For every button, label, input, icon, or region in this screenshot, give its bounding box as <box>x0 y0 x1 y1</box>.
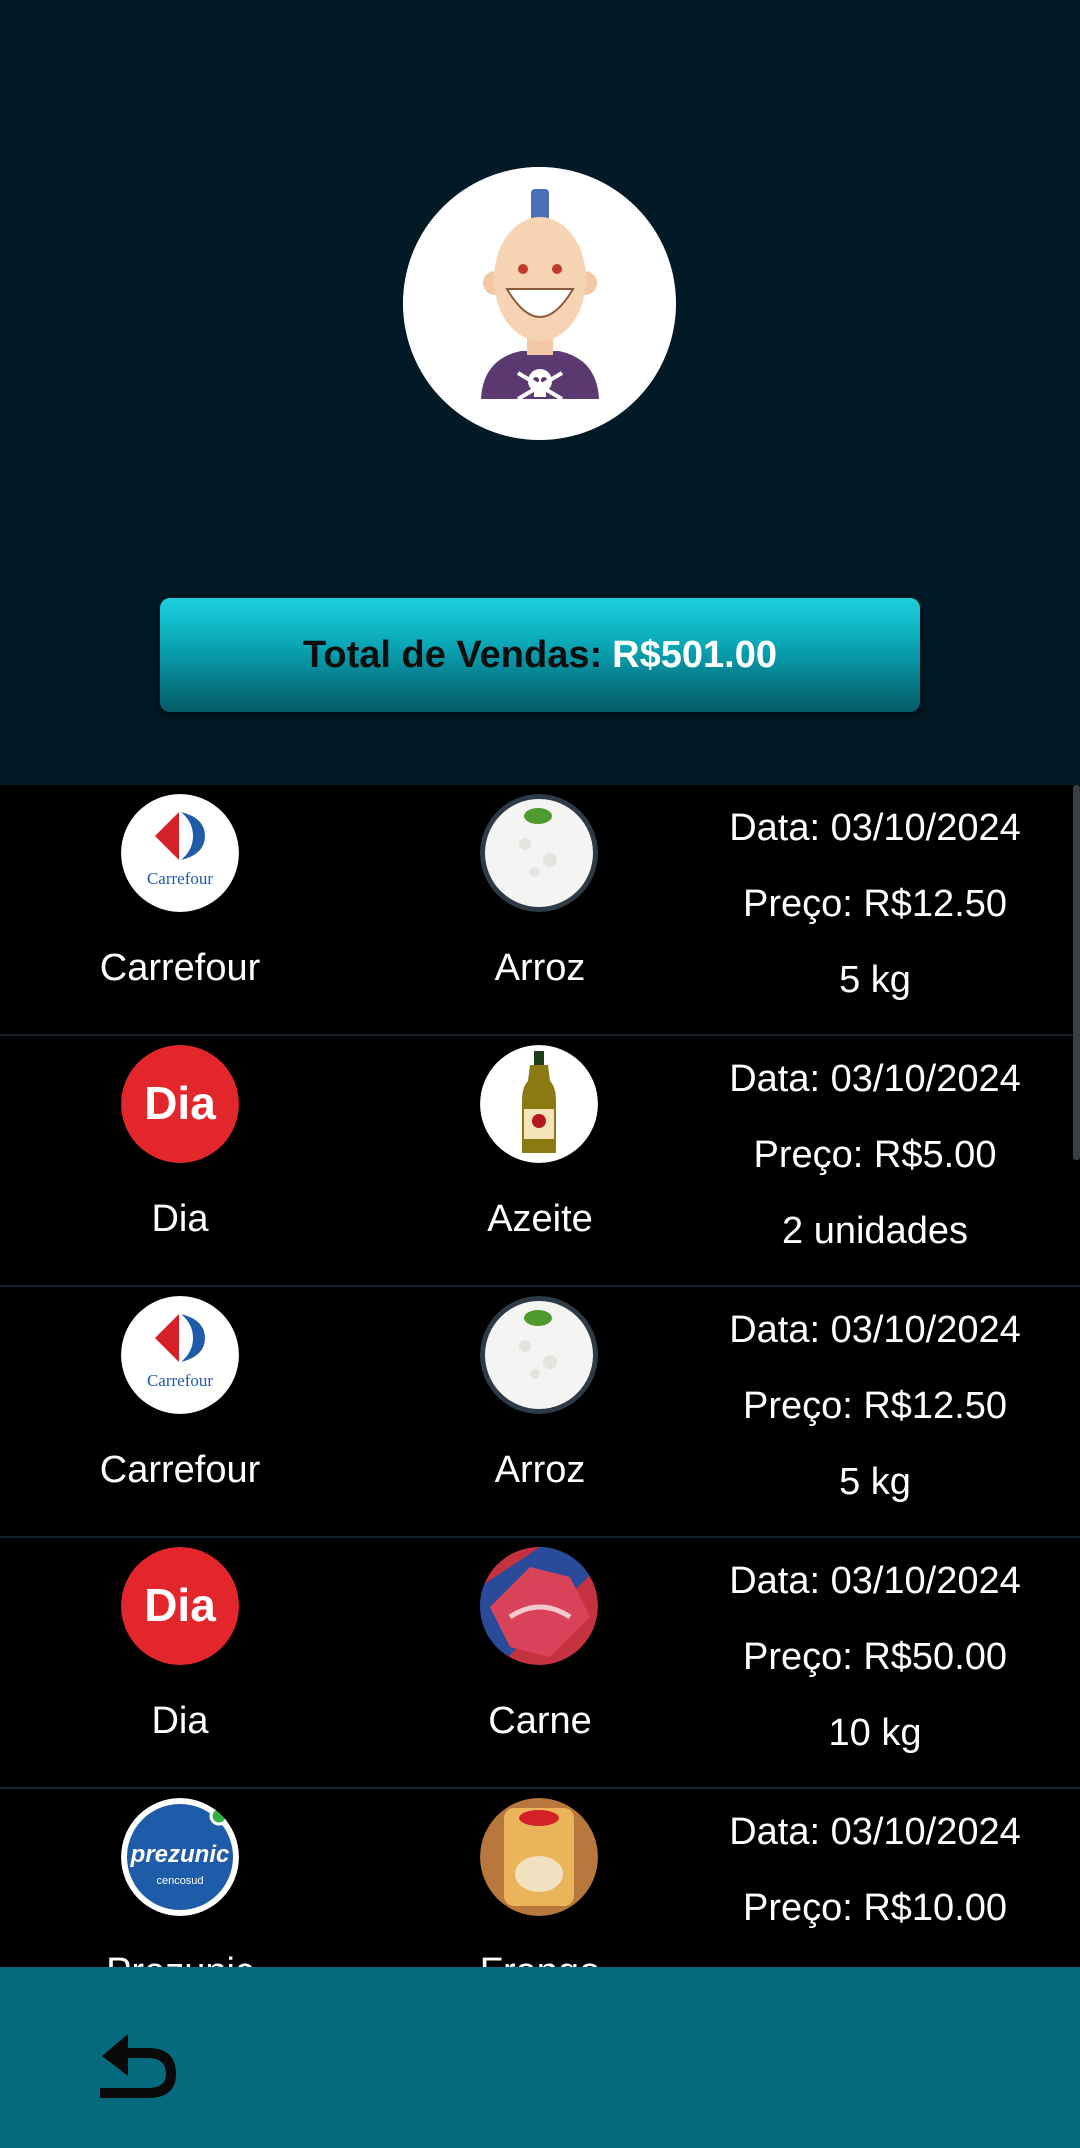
store-name: Prezunic <box>20 1951 340 1967</box>
sale-date: Data: 03/10/2024 <box>729 1309 1021 1351</box>
total-sales-button[interactable]: Total de Vendas: R$501.00 <box>160 598 920 712</box>
list-item[interactable]: Dia Dia Carne Data: 03/10/2024 Preço: R$… <box>0 1538 1080 1789</box>
dia-logo-icon: Dia <box>121 1045 239 1163</box>
svg-text:cencosud: cencosud <box>156 1875 203 1887</box>
sale-quantity: 2 unidades <box>782 1210 968 1252</box>
product-name: Azeite <box>487 1198 593 1240</box>
sale-date: Data: 03/10/2024 <box>729 1560 1021 1602</box>
sale-price: Preço: R$5.00 <box>753 1134 997 1176</box>
carrefour-logo-icon: Carrefour <box>121 1296 239 1414</box>
list-item[interactable]: Carrefour Carrefour Arroz Data: 03/10/20… <box>0 1287 1080 1538</box>
back-arrow-icon[interactable] <box>88 2028 184 2104</box>
sale-price: Preço: R$50.00 <box>742 1636 1008 1678</box>
svg-text:Carrefour: Carrefour <box>147 869 213 888</box>
chicken-icon <box>480 1798 598 1916</box>
store-name: Dia <box>151 1700 209 1742</box>
product-name: Frango <box>380 1951 700 1967</box>
avatar-icon[interactable] <box>403 167 676 440</box>
svg-text:prezunic: prezunic <box>130 1841 230 1868</box>
sale-date: Data: 03/10/2024 <box>729 1058 1021 1100</box>
list-scrollbar[interactable] <box>1073 785 1080 1160</box>
profile-header: Total de Vendas: R$501.00 <box>0 0 1080 785</box>
svg-text:Carrefour: Carrefour <box>147 1371 213 1390</box>
sale-date: Data: 03/10/2024 <box>729 807 1021 849</box>
rice-bowl-icon <box>480 1296 598 1414</box>
product-name: Carne <box>488 1700 592 1742</box>
sale-quantity: 5 kg <box>839 1461 911 1503</box>
total-sales-label: Total de Vendas: <box>303 633 603 676</box>
olive-oil-icon <box>480 1045 598 1163</box>
list-item[interactable]: Dia Dia Azeite Data: 03/10/2024 Preço: R… <box>0 1036 1080 1287</box>
svg-text:Dia: Dia <box>144 1077 216 1129</box>
rice-bowl-icon <box>480 794 598 912</box>
carrefour-logo-icon: Carrefour <box>121 794 239 912</box>
product-name: Arroz <box>494 947 586 989</box>
sale-quantity: 5 kg <box>839 959 911 1001</box>
list-item[interactable]: Carrefour Carrefour Arroz Data: 03/10/20… <box>0 785 1080 1036</box>
sale-date: Data: 03/10/2024 <box>729 1811 1021 1853</box>
store-name: Dia <box>151 1198 209 1240</box>
sale-quantity: 10 kg <box>828 1712 922 1754</box>
svg-text:Dia: Dia <box>144 1579 216 1631</box>
total-sales-value: R$501.00 <box>612 633 777 676</box>
meat-icon <box>480 1547 598 1665</box>
list-item[interactable]: prezunic cencosud Prezunic Frango Data: … <box>0 1789 1080 1967</box>
sale-price: Preço: R$12.50 <box>742 1385 1008 1427</box>
sale-price: Preço: R$12.50 <box>742 883 1008 925</box>
prezunic-logo-icon: prezunic cencosud <box>121 1798 239 1916</box>
product-name: Arroz <box>494 1449 586 1491</box>
sales-list[interactable]: Carrefour Carrefour Arroz Data: 03/10/20… <box>0 785 1080 1967</box>
store-name: Carrefour <box>99 1449 261 1491</box>
sale-price: Preço: R$10.00 <box>742 1887 1008 1929</box>
dia-logo-icon: Dia <box>121 1547 239 1665</box>
store-name: Carrefour <box>99 947 261 989</box>
